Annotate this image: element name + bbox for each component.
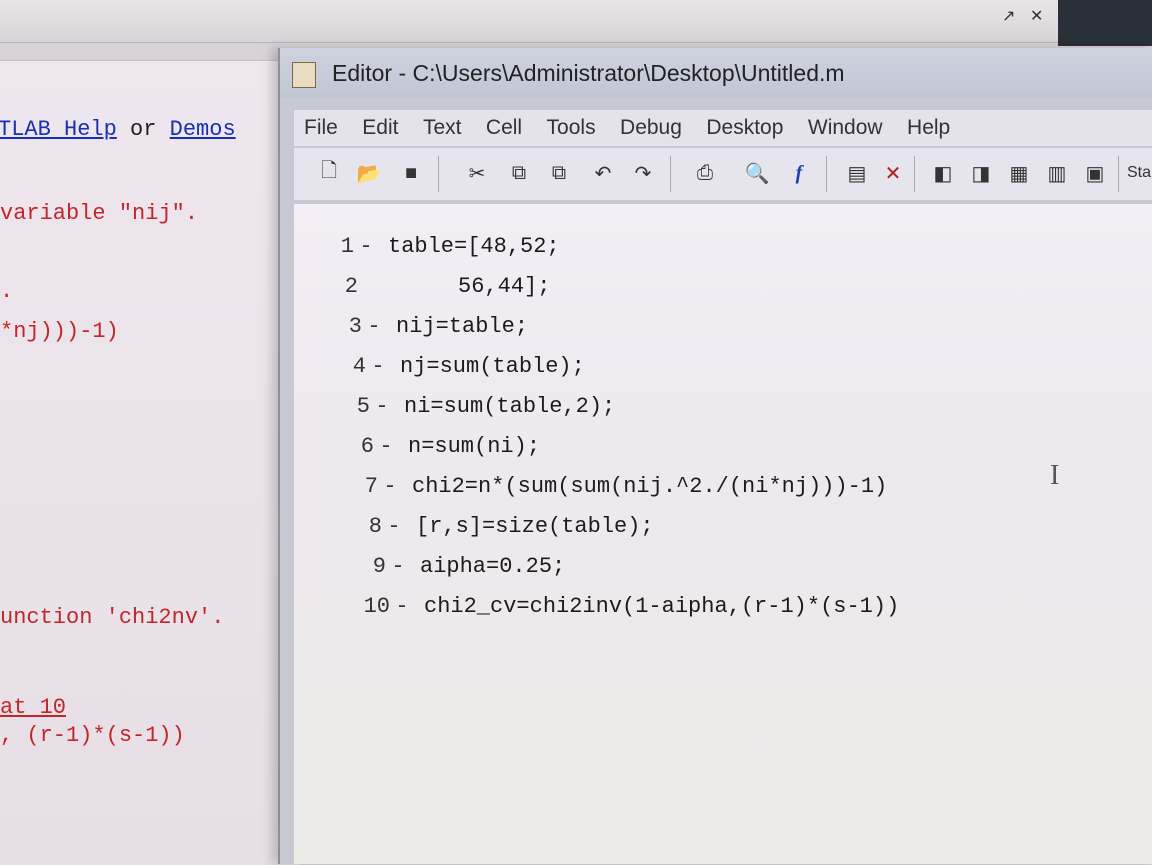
command-window[interactable]: TLAB Help or Demos variable "nij". . *nj… xyxy=(0,60,300,865)
code-text: [r,s]=size(table); xyxy=(416,514,654,539)
background-window-titlebar: ↗ ✕ xyxy=(0,0,1060,43)
code-text: ni=sum(table,2); xyxy=(404,394,616,419)
breakpoint-marker[interactable]: - xyxy=(354,234,378,259)
command-output-line: . xyxy=(0,279,14,304)
menu-help[interactable]: Help xyxy=(907,116,950,140)
cell-advance-icon[interactable]: ▥ xyxy=(1044,160,1070,186)
command-output-line: variable "nij". xyxy=(0,201,199,226)
command-help-line: TLAB Help or Demos xyxy=(0,117,236,142)
code-text: nij=table; xyxy=(396,314,529,339)
menu-tools[interactable]: Tools xyxy=(547,116,596,140)
toolbar-separator xyxy=(438,156,439,192)
code-line[interactable]: 9- aipha=0.25; xyxy=(356,554,565,579)
code-line[interactable]: 5- ni=sum(table,2); xyxy=(340,394,615,419)
close-icon[interactable]: ✕ xyxy=(1030,6,1043,26)
cut-icon[interactable]: ✂ xyxy=(464,160,490,186)
line-number: 5 xyxy=(356,394,370,419)
print-icon[interactable]: ⎙ xyxy=(692,160,718,186)
redo-icon[interactable]: ↷ xyxy=(630,160,656,186)
toolbar-separator xyxy=(826,156,827,192)
code-line[interactable]: 2 56,44]; xyxy=(328,274,551,299)
command-output-line: unction 'chi2nv'. xyxy=(0,605,225,630)
menu-cell[interactable]: Cell xyxy=(486,116,522,140)
breakpoint-marker[interactable]: - xyxy=(390,594,414,619)
editor-titlebar[interactable]: Editor - C:\Users\Administrator\Desktop\… xyxy=(280,48,1152,98)
editor-toolbar: 🗋 📂 ■ ✂ ⧉ ⧉ ↶ ↷ ⎙ 🔍 f ▤ ✕ ◧ ◨ ▦ ▥ ▣ Sta xyxy=(294,148,1152,200)
editor-title: Editor - C:\Users\Administrator\Desktop\… xyxy=(332,60,845,86)
delete-cell-icon[interactable]: ✕ xyxy=(880,160,906,186)
editor-menubar: File Edit Text Cell Tools Debug Desktop … xyxy=(294,110,1152,146)
line-number: 1 xyxy=(340,234,354,259)
editor-window: Editor - C:\Users\Administrator\Desktop\… xyxy=(278,48,1152,864)
line-number: 8 xyxy=(368,514,382,539)
menu-window[interactable]: Window xyxy=(808,116,883,140)
line-number: 3 xyxy=(348,314,362,339)
line-number: 2 xyxy=(344,274,358,299)
toolbar-separator xyxy=(1118,156,1119,192)
breakpoint-marker[interactable]: - xyxy=(370,394,394,419)
demos-link[interactable]: Demos xyxy=(170,117,236,142)
open-folder-icon[interactable]: 📂 xyxy=(356,160,382,186)
code-text: n=sum(ni); xyxy=(408,434,541,459)
command-output-line: *nj)))-1) xyxy=(0,319,119,344)
menu-text[interactable]: Text xyxy=(423,116,462,140)
save-icon[interactable]: ■ xyxy=(398,160,424,186)
insert-cell-icon[interactable]: ▤ xyxy=(844,160,870,186)
command-output-line: , (r-1)*(s-1)) xyxy=(0,723,185,748)
code-line[interactable]: 4- nj=sum(table); xyxy=(336,354,585,379)
code-line[interactable]: 3- nij=table; xyxy=(332,314,528,339)
text-cursor-icon: I xyxy=(1050,460,1060,491)
code-text: table=[48,52; xyxy=(388,234,560,259)
menu-edit[interactable]: Edit xyxy=(362,116,398,140)
code-line[interactable]: 8- [r,s]=size(table); xyxy=(352,514,654,539)
code-line[interactable]: 1- table=[48,52; xyxy=(324,234,560,259)
code-line[interactable]: 6- n=sum(ni); xyxy=(344,434,540,459)
cell-eval-icon[interactable]: ▣ xyxy=(1082,160,1108,186)
breakpoint-marker[interactable]: - xyxy=(386,554,410,579)
breakpoint-marker[interactable]: - xyxy=(362,314,386,339)
menu-debug[interactable]: Debug xyxy=(620,116,682,140)
matlab-help-link[interactable]: TLAB Help xyxy=(0,117,117,142)
code-text: nj=sum(table); xyxy=(400,354,585,379)
function-icon[interactable]: f xyxy=(786,160,812,186)
toolbar-separator xyxy=(670,156,671,192)
menu-desktop[interactable]: Desktop xyxy=(706,116,783,140)
code-line[interactable]: 7- chi2=n*(sum(sum(nij.^2./(ni*nj)))-1) xyxy=(348,474,887,499)
new-file-icon[interactable]: 🗋 xyxy=(316,160,342,186)
editor-document-icon xyxy=(292,62,316,88)
find-icon[interactable]: 🔍 xyxy=(744,160,770,186)
code-text: 56,44]; xyxy=(392,274,551,299)
code-editor[interactable]: 1- table=[48,52; 2 56,44]; 3- nij=table; 4… xyxy=(294,204,1152,864)
paste-icon[interactable]: ⧉ xyxy=(546,160,572,186)
line-number: 7 xyxy=(364,474,378,499)
background-dark-region xyxy=(1058,0,1152,46)
cell-next-icon[interactable]: ▦ xyxy=(1006,160,1032,186)
breakpoint-marker[interactable]: - xyxy=(366,354,390,379)
line-number: 9 xyxy=(372,554,386,579)
code-text: chi2_cv=chi2inv(1-aipha,(r-1)*(s-1)) xyxy=(424,594,900,619)
undo-icon[interactable]: ↶ xyxy=(590,160,616,186)
stack-label[interactable]: Sta xyxy=(1124,160,1152,186)
restore-icon[interactable]: ↗ xyxy=(1002,6,1015,26)
toolbar-separator xyxy=(914,156,915,192)
breakpoint-marker[interactable]: - xyxy=(382,514,406,539)
breakpoint-marker[interactable]: - xyxy=(378,474,402,499)
line-number: 10 xyxy=(363,594,390,619)
menu-file[interactable]: File xyxy=(304,116,338,140)
breakpoint-marker[interactable]: - xyxy=(374,434,398,459)
code-text: chi2=n*(sum(sum(nij.^2./(ni*nj)))-1) xyxy=(412,474,888,499)
copy-icon[interactable]: ⧉ xyxy=(506,160,532,186)
command-output-link[interactable]: at 10 xyxy=(0,695,66,720)
cell-prev-icon[interactable]: ◧ xyxy=(930,160,956,186)
cell-run-icon[interactable]: ◨ xyxy=(968,160,994,186)
line-number: 6 xyxy=(360,434,374,459)
code-text: aipha=0.25; xyxy=(420,554,566,579)
line-number: 4 xyxy=(352,354,366,379)
code-line[interactable]: 10- chi2_cv=chi2inv(1-aipha,(r-1)*(s-1)) xyxy=(360,594,900,619)
